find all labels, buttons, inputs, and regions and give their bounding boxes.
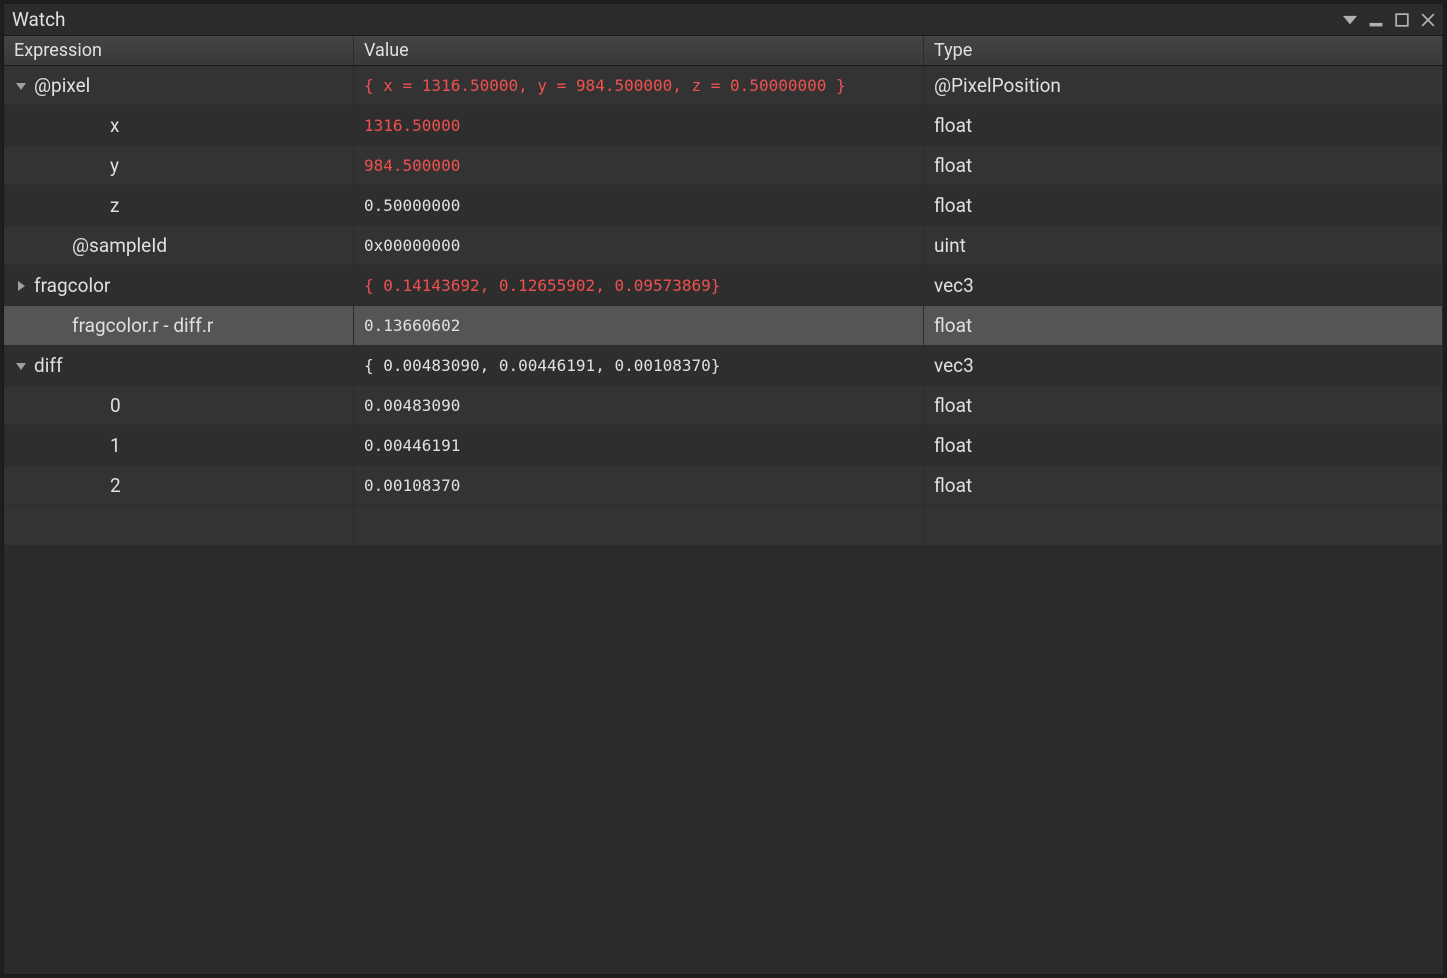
cell-value[interactable]: 1316.50000 xyxy=(354,106,924,145)
cell-expression[interactable]: @pixel xyxy=(4,66,354,105)
expression-text: x xyxy=(110,114,119,137)
expression-text: 0 xyxy=(110,394,121,417)
cell-expression[interactable]: fragcolor xyxy=(4,266,354,305)
cell-value[interactable] xyxy=(354,506,924,545)
cell-value[interactable]: { 0.00483090, 0.00446191, 0.00108370} xyxy=(354,346,924,385)
value-text: 0x00000000 xyxy=(364,236,460,255)
cell-expression[interactable]: x xyxy=(4,106,354,145)
value-text: { 0.00483090, 0.00446191, 0.00108370} xyxy=(364,356,720,375)
expression-text: 1 xyxy=(110,434,121,457)
type-text: vec3 xyxy=(934,274,974,297)
table-row[interactable]: diff { 0.00483090, 0.00446191, 0.00108370… xyxy=(4,346,1443,386)
cell-value[interactable]: 0.13660602 xyxy=(354,306,924,345)
table-row[interactable]: x 1316.50000 float xyxy=(4,106,1443,146)
table-row[interactable] xyxy=(4,506,1443,546)
cell-expression[interactable]: diff xyxy=(4,346,354,385)
expression-text: diff xyxy=(34,354,63,377)
cell-type: float xyxy=(924,466,1443,505)
expression-text: @sampleId xyxy=(72,234,167,257)
cell-value[interactable]: 984.500000 xyxy=(354,146,924,185)
value-text: 984.500000 xyxy=(364,156,460,175)
header-expression[interactable]: Expression xyxy=(4,36,354,65)
cell-expression[interactable]: 2 xyxy=(4,466,354,505)
cell-expression[interactable]: z xyxy=(4,186,354,225)
expression-text: fragcolor.r - diff.r xyxy=(72,314,213,337)
cell-type xyxy=(924,506,1443,545)
cell-type: float xyxy=(924,146,1443,185)
cell-type: float xyxy=(924,186,1443,225)
minimize-icon[interactable] xyxy=(1369,13,1383,27)
cell-type: vec3 xyxy=(924,346,1443,385)
maximize-icon[interactable] xyxy=(1395,13,1409,27)
chevron-down-icon[interactable] xyxy=(14,79,28,93)
table-row[interactable]: @sampleId 0x00000000 uint xyxy=(4,226,1443,266)
table-row[interactable]: @pixel { x = 1316.50000, y = 984.500000, … xyxy=(4,66,1443,106)
window-controls xyxy=(1343,13,1435,27)
value-text: 0.00483090 xyxy=(364,396,460,415)
table-header: Expression Value Type xyxy=(4,36,1443,66)
table-row[interactable]: y 984.500000 float xyxy=(4,146,1443,186)
expression-text: 2 xyxy=(110,474,121,497)
cell-value[interactable]: 0.00108370 xyxy=(354,466,924,505)
type-text: float xyxy=(934,394,972,417)
cell-value[interactable]: { x = 1316.50000, y = 984.500000, z = 0.… xyxy=(354,66,924,105)
chevron-down-icon[interactable] xyxy=(14,359,28,373)
cell-type: float xyxy=(924,306,1443,345)
titlebar[interactable]: Watch xyxy=(4,4,1443,36)
cell-type: float xyxy=(924,426,1443,465)
type-text: @PixelPosition xyxy=(934,74,1061,97)
cell-expression[interactable]: fragcolor.r - diff.r xyxy=(4,306,354,345)
cell-type: vec3 xyxy=(924,266,1443,305)
expression-text: z xyxy=(110,194,119,217)
table-row[interactable]: 1 0.00446191 float xyxy=(4,426,1443,466)
header-value[interactable]: Value xyxy=(354,36,924,65)
cell-type: uint xyxy=(924,226,1443,265)
expression-text: fragcolor xyxy=(34,274,110,297)
dock-icon[interactable] xyxy=(1343,13,1357,27)
table-row[interactable]: 2 0.00108370 float xyxy=(4,466,1443,506)
panel-title: Watch xyxy=(12,8,66,31)
value-text: 0.00108370 xyxy=(364,476,460,495)
cell-expression[interactable] xyxy=(4,506,354,545)
cell-type: float xyxy=(924,106,1443,145)
cell-value[interactable]: { 0.14143692, 0.12655902, 0.09573869} xyxy=(354,266,924,305)
value-text: { 0.14143692, 0.12655902, 0.09573869} xyxy=(364,276,720,295)
type-text: vec3 xyxy=(934,354,974,377)
type-text: float xyxy=(934,154,972,177)
cell-expression[interactable]: 0 xyxy=(4,386,354,425)
cell-value[interactable]: 0.50000000 xyxy=(354,186,924,225)
table-row[interactable]: fragcolor { 0.14143692, 0.12655902, 0.095… xyxy=(4,266,1443,306)
cell-expression[interactable]: y xyxy=(4,146,354,185)
expression-text: @pixel xyxy=(34,74,90,97)
type-text: uint xyxy=(934,234,966,257)
table-row[interactable]: z 0.50000000 float xyxy=(4,186,1443,226)
cell-value[interactable]: 0.00483090 xyxy=(354,386,924,425)
value-text: 1316.50000 xyxy=(364,116,460,135)
chevron-right-icon[interactable] xyxy=(14,279,28,293)
cell-value[interactable]: 0.00446191 xyxy=(354,426,924,465)
header-type[interactable]: Type xyxy=(924,36,1443,65)
value-text: 0.50000000 xyxy=(364,196,460,215)
type-text: float xyxy=(934,114,972,137)
table-row[interactable]: fragcolor.r - diff.r 0.13660602 float xyxy=(4,306,1443,346)
cell-type: @PixelPosition xyxy=(924,66,1443,105)
type-text: float xyxy=(934,314,972,337)
table-body: @pixel { x = 1316.50000, y = 984.500000, … xyxy=(4,66,1443,974)
type-text: float xyxy=(934,474,972,497)
table-row[interactable]: 0 0.00483090 float xyxy=(4,386,1443,426)
type-text: float xyxy=(934,194,972,217)
cell-expression[interactable]: 1 xyxy=(4,426,354,465)
cell-value[interactable]: 0x00000000 xyxy=(354,226,924,265)
value-text: 0.00446191 xyxy=(364,436,460,455)
value-text: { x = 1316.50000, y = 984.500000, z = 0.… xyxy=(364,76,846,95)
cell-type: float xyxy=(924,386,1443,425)
cell-expression[interactable]: @sampleId xyxy=(4,226,354,265)
close-icon[interactable] xyxy=(1421,13,1435,27)
watch-panel: Watch Expression Value Type @pixel { x = … xyxy=(3,3,1444,975)
expression-text: y xyxy=(110,154,119,177)
value-text: 0.13660602 xyxy=(364,316,460,335)
type-text: float xyxy=(934,434,972,457)
